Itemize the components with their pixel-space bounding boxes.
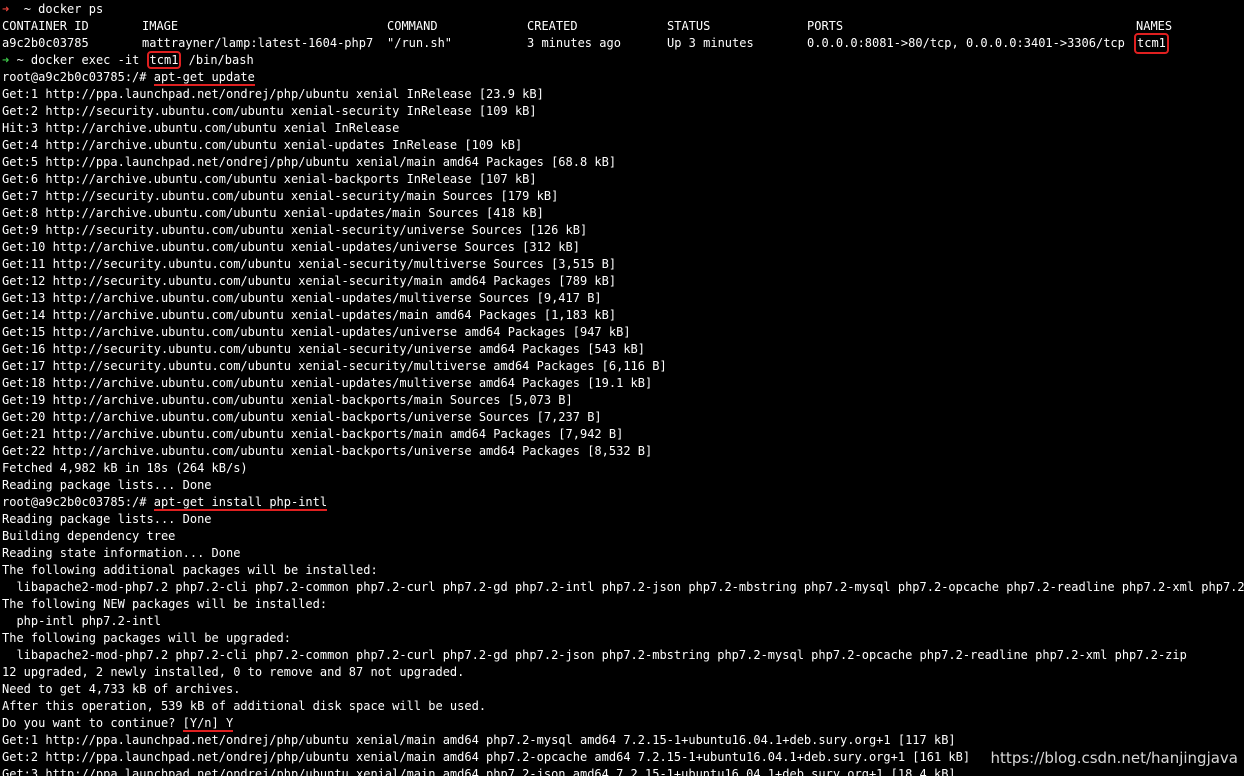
apt-install-output: Reading package lists... Done Building de… bbox=[2, 511, 1244, 715]
output-line: Reading state information... Done bbox=[2, 546, 241, 560]
output-line: The following packages will be upgraded: bbox=[2, 631, 291, 645]
root-prompt: root@a9c2b0c03785:/# bbox=[2, 495, 154, 509]
output-line: libapache2-mod-php7.2 php7.2-cli php7.2-… bbox=[2, 580, 1244, 594]
continue-choice: [Y/n] Y bbox=[182, 716, 234, 732]
output-line: Hit:3 http://archive.ubuntu.com/ubuntu x… bbox=[2, 121, 400, 135]
header-container-id: CONTAINER ID bbox=[2, 19, 89, 33]
output-line: Get:1 http://ppa.launchpad.net/ondrej/ph… bbox=[2, 733, 956, 747]
output-line: Get:6 http://archive.ubuntu.com/ubuntu x… bbox=[2, 172, 537, 186]
header-command: COMMAND bbox=[387, 19, 438, 33]
output-line: Get:11 http://security.ubuntu.com/ubuntu… bbox=[2, 257, 617, 271]
output-line: Get:13 http://archive.ubuntu.com/ubuntu … bbox=[2, 291, 602, 305]
watermark: https://blog.csdn.net/hanjingjava bbox=[990, 749, 1238, 767]
row-container-id: a9c2b0c03785 bbox=[2, 36, 89, 50]
output-line: Reading package lists... Done bbox=[2, 512, 212, 526]
row-command: "/run.sh" bbox=[387, 36, 453, 50]
output-line: Get:1 http://ppa.launchpad.net/ondrej/ph… bbox=[2, 87, 544, 101]
output-line: Get:19 http://archive.ubuntu.com/ubuntu … bbox=[2, 393, 573, 407]
row-ports: 0.0.0.0:8081->80/tcp, 0.0.0.0:3401->3306… bbox=[807, 36, 1125, 50]
row-status: Up 3 minutes bbox=[667, 36, 754, 50]
row-image: mattrayner/lamp:latest-1604-php7 bbox=[142, 36, 374, 50]
docker-ps-row: a9c2b0c03785 mattrayner/lamp:latest-1604… bbox=[2, 33, 1244, 54]
output-line: libapache2-mod-php7.2 php7.2-cli php7.2-… bbox=[2, 648, 1187, 662]
output-line: Get:14 http://archive.ubuntu.com/ubuntu … bbox=[2, 308, 617, 322]
apt-update-command: apt-get update bbox=[153, 70, 255, 86]
prompt-tilde: ~ bbox=[23, 2, 31, 16]
prompt-line-docker-ps: ➜ ~ docker ps bbox=[2, 1, 1244, 18]
output-line: Get:10 http://archive.ubuntu.com/ubuntu … bbox=[2, 240, 580, 254]
apt-update-output: Get:1 http://ppa.launchpad.net/ondrej/ph… bbox=[2, 86, 1244, 494]
command-text: docker ps bbox=[38, 2, 104, 16]
output-line: Get:7 http://security.ubuntu.com/ubuntu … bbox=[2, 189, 559, 203]
docker-ps-header: CONTAINER ID IMAGE COMMAND CREATED STATU… bbox=[2, 18, 1244, 35]
prompt-arrow-icon: ➜ bbox=[2, 53, 10, 67]
output-line: Get:20 http://archive.ubuntu.com/ubuntu … bbox=[2, 410, 602, 424]
header-image: IMAGE bbox=[142, 19, 179, 33]
command-text-post: /bin/bash bbox=[181, 53, 254, 67]
terminal-window[interactable]: ➜ ~ docker ps CONTAINER ID IMAGE COMMAND… bbox=[2, 1, 1244, 776]
prompt-line-apt-install: root@a9c2b0c03785:/# apt-get install php… bbox=[2, 494, 1244, 511]
output-line: Need to get 4,733 kB of archives. bbox=[2, 682, 241, 696]
root-prompt: root@a9c2b0c03785:/# bbox=[2, 70, 154, 84]
prompt-line-apt-update: root@a9c2b0c03785:/# apt-get update bbox=[2, 69, 1244, 86]
output-line: php-intl php7.2-intl bbox=[2, 614, 161, 628]
prompt-line-docker-exec: ➜ ~ docker exec -it tcm1 /bin/bash bbox=[2, 51, 1244, 69]
output-line: Fetched 4,982 kB in 18s (264 kB/s) bbox=[2, 461, 248, 475]
output-line: The following NEW packages will be insta… bbox=[2, 597, 328, 611]
output-line: Get:8 http://archive.ubuntu.com/ubuntu x… bbox=[2, 206, 544, 220]
output-line: Get:17 http://security.ubuntu.com/ubuntu… bbox=[2, 359, 667, 373]
output-line: Get:15 http://archive.ubuntu.com/ubuntu … bbox=[2, 325, 631, 339]
output-line: The following additional packages will b… bbox=[2, 563, 378, 577]
command-text-pre: ~ docker exec -it bbox=[16, 53, 147, 67]
output-line: 12 upgraded, 2 newly installed, 0 to rem… bbox=[2, 665, 465, 679]
header-status: STATUS bbox=[667, 19, 711, 33]
row-names-highlight: tcm1 bbox=[1134, 33, 1169, 54]
header-created: CREATED bbox=[527, 19, 578, 33]
output-line: Get:16 http://security.ubuntu.com/ubuntu… bbox=[2, 342, 645, 356]
continue-prefix: Do you want to continue? bbox=[2, 716, 183, 730]
output-line: Get:5 http://ppa.launchpad.net/ondrej/ph… bbox=[2, 155, 617, 169]
prompt-arrow-icon: ➜ bbox=[2, 2, 10, 16]
output-line: After this operation, 539 kB of addition… bbox=[2, 699, 487, 713]
header-ports: PORTS bbox=[807, 19, 844, 33]
output-line: Get:2 http://security.ubuntu.com/ubuntu … bbox=[2, 104, 537, 118]
row-created: 3 minutes ago bbox=[527, 36, 621, 50]
output-line: Get:9 http://security.ubuntu.com/ubuntu … bbox=[2, 223, 588, 237]
output-line: Get:18 http://archive.ubuntu.com/ubuntu … bbox=[2, 376, 653, 390]
output-line: Building dependency tree bbox=[2, 529, 176, 543]
output-line: Get:4 http://archive.ubuntu.com/ubuntu x… bbox=[2, 138, 523, 152]
apt-install-command: apt-get install php-intl bbox=[153, 495, 328, 511]
output-line: Reading package lists... Done bbox=[2, 478, 212, 492]
output-line: Get:22 http://archive.ubuntu.com/ubuntu … bbox=[2, 444, 653, 458]
output-line: Get:21 http://archive.ubuntu.com/ubuntu … bbox=[2, 427, 624, 441]
continue-prompt-line: Do you want to continue? [Y/n] Y bbox=[2, 715, 1244, 732]
container-name-highlight: tcm1 bbox=[146, 51, 182, 69]
output-line: Get:12 http://security.ubuntu.com/ubuntu… bbox=[2, 274, 617, 288]
